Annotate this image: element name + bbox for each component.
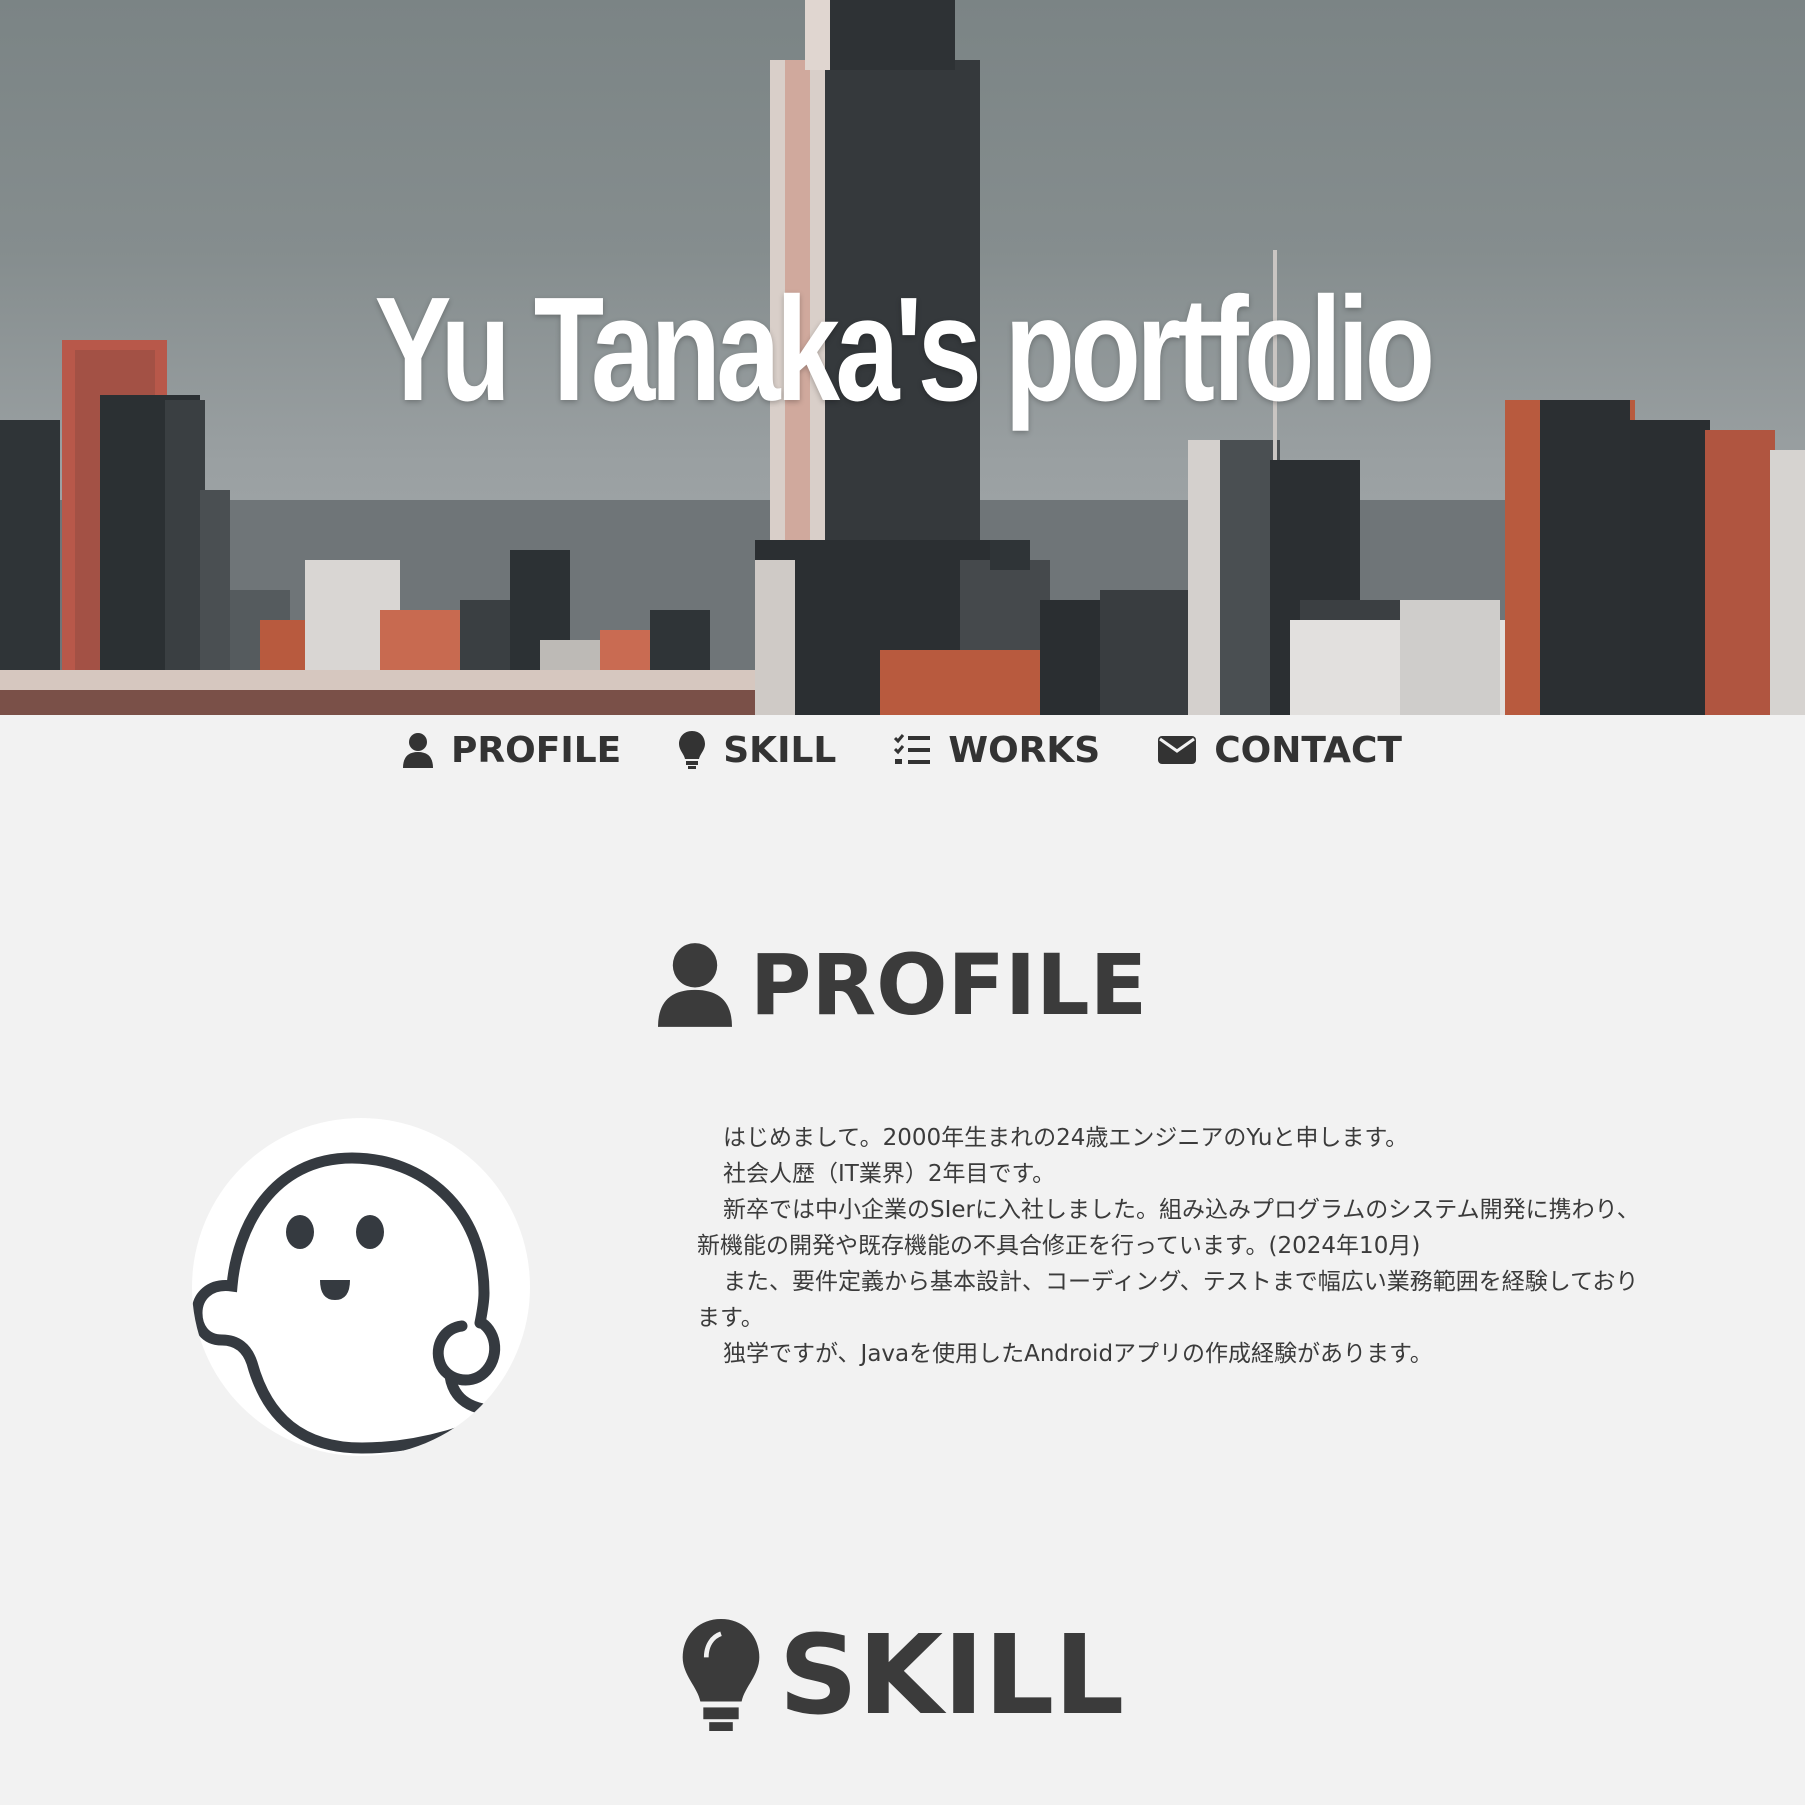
user-icon	[403, 733, 434, 768]
site-title: Yu Tanaka's portfolio	[374, 267, 1436, 432]
section-title: PROFILE	[749, 936, 1148, 1034]
profile-paragraph: 新卒では中小企業のSIerに入社しました。組み込みプログラムのシステム開発に携わ…	[697, 1197, 1640, 1259]
nav-item-profile[interactable]: PROFILE	[403, 730, 621, 771]
profile-paragraph: 独学ですが、Javaを使用したAndroidアプリの作成経験があります。	[723, 1341, 1433, 1367]
profile-paragraph: 社会人歴（IT業界）2年目です。	[723, 1161, 1056, 1187]
lightbulb-icon	[679, 731, 706, 769]
nav-item-skill[interactable]: SKILL	[679, 730, 836, 771]
nav-item-contact[interactable]: CONTACT	[1158, 730, 1402, 771]
ghost-avatar-icon	[192, 1152, 518, 1454]
nav-item-label: CONTACT	[1214, 729, 1402, 771]
profile-heading: PROFILE	[0, 935, 1805, 1035]
hero-banner: Yu Tanaka's portfolio	[0, 0, 1805, 715]
user-icon	[657, 943, 732, 1027]
envelope-icon	[1158, 736, 1197, 764]
main-nav: PROFILE SKILL WORKS CONTACT	[0, 715, 1805, 785]
profile-avatar	[192, 1118, 530, 1456]
skill-heading: SKILL	[0, 1611, 1805, 1739]
nav-item-label: SKILL	[723, 729, 837, 771]
lightbulb-icon	[682, 1619, 760, 1731]
profile-paragraph: はじめまして。2000年生まれの24歳エンジニアのYuと申します。	[723, 1125, 1409, 1151]
section-title: SKILL	[778, 1611, 1125, 1739]
list-check-icon	[894, 734, 931, 764]
nav-item-label: PROFILE	[451, 729, 622, 771]
nav-item-label: WORKS	[948, 729, 1101, 771]
profile-description: はじめまして。2000年生まれの24歳エンジニアのYuと申します。 社会人歴（I…	[697, 1120, 1657, 1372]
nav-item-works[interactable]: WORKS	[894, 730, 1100, 771]
profile-paragraph: また、要件定義から基本設計、コーディング、テストまで幅広い業務範囲を経験しており…	[697, 1269, 1639, 1331]
